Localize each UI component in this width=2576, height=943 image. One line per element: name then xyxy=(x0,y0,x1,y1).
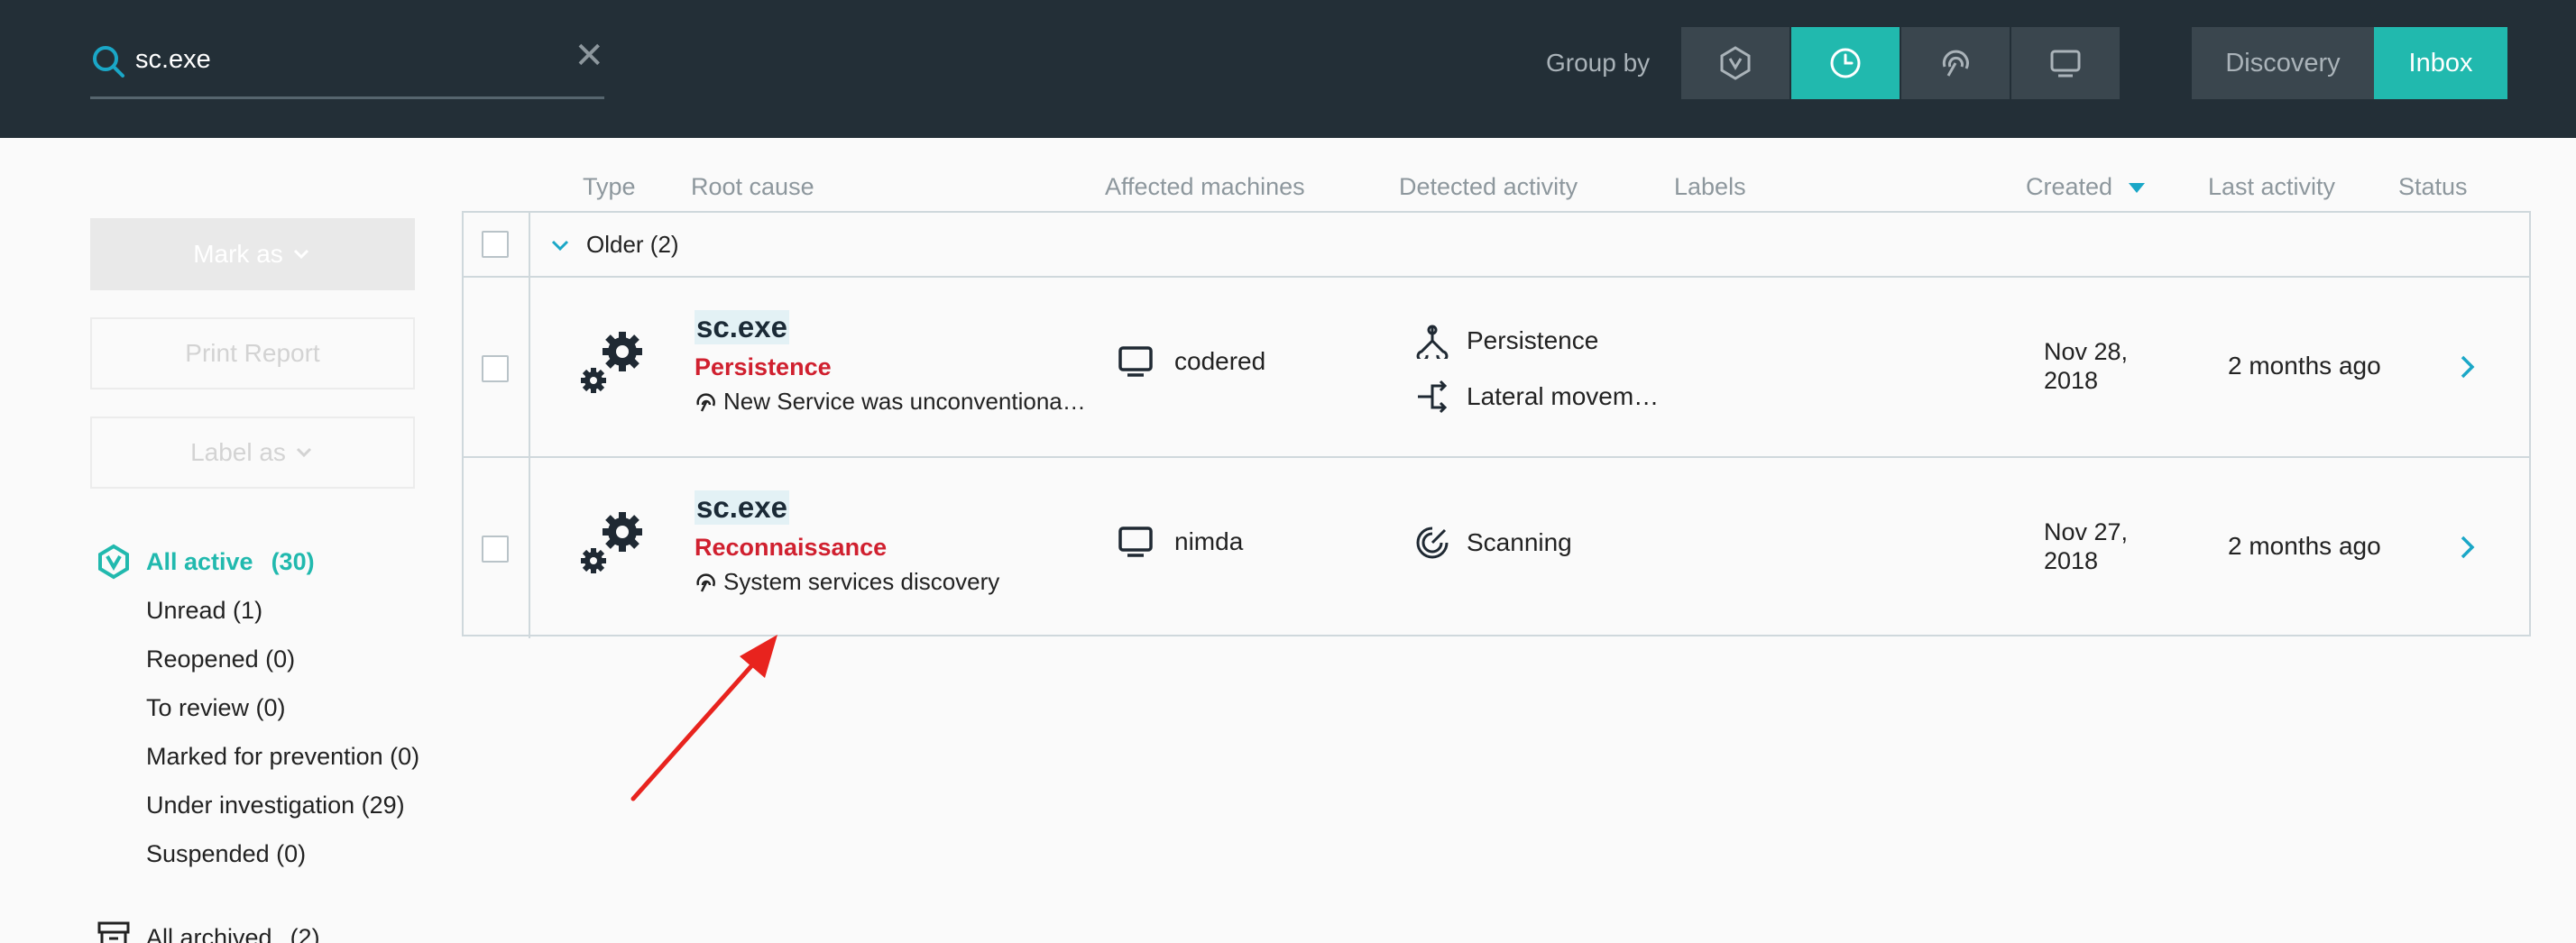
clear-search-icon[interactable]: ✕ xyxy=(574,38,604,74)
row-checkbox[interactable] xyxy=(482,355,509,382)
column-affected-machines[interactable]: Affected machines xyxy=(1105,173,1305,201)
root-cause-description: System services discovery xyxy=(695,568,999,596)
filter-unread[interactable]: Unread (1) xyxy=(146,597,262,625)
group-by-time-button[interactable] xyxy=(1791,27,1900,99)
clock-icon xyxy=(1830,48,1861,78)
select-group-checkbox[interactable] xyxy=(482,231,509,258)
fingerprint-icon xyxy=(696,392,715,412)
filter-reopened[interactable]: Reopened (0) xyxy=(146,645,295,673)
activity-item: Scanning xyxy=(1414,525,1572,561)
group-row: Older (2) xyxy=(464,213,2529,278)
group-by-machine-button[interactable] xyxy=(2011,27,2120,99)
chevron-down-icon xyxy=(296,447,311,458)
monitor-icon xyxy=(1118,526,1153,557)
machine-name: nimda xyxy=(1174,527,1244,555)
root-cause: Reconnaissance xyxy=(695,534,888,561)
label-as-label: Label as xyxy=(190,438,286,466)
group-by-root-cause-button[interactable] xyxy=(1901,27,2010,99)
group-by-label: Group by xyxy=(1546,49,1651,77)
filter-all-active-label: All active xyxy=(146,547,253,575)
annotation-arrow-icon xyxy=(630,635,777,801)
scanning-icon xyxy=(1416,526,1449,559)
activity-item: Persistence xyxy=(1414,323,1598,359)
filter-under-investigation[interactable]: Under investigation (29) xyxy=(146,792,405,819)
incident-name[interactable]: sc.exe xyxy=(695,310,789,344)
print-report-button[interactable]: Print Report xyxy=(90,317,415,389)
last-activity: 2 months ago xyxy=(2228,532,2381,560)
filter-all-archived-label: All archived xyxy=(146,923,272,943)
description-text: New Service was unconventiona… xyxy=(723,388,1086,415)
row-checkbox[interactable] xyxy=(482,536,509,563)
root-cause: Persistence xyxy=(695,353,832,380)
affected-machine[interactable]: codered xyxy=(1117,343,1265,380)
last-activity: 2 months ago xyxy=(2228,352,2381,380)
created-date: Nov 28, 2018 xyxy=(2044,338,2129,394)
chevron-down-icon xyxy=(551,240,569,251)
tab-discovery[interactable]: Discovery xyxy=(2192,27,2374,99)
gears-icon xyxy=(581,332,642,393)
fingerprint-icon xyxy=(696,572,715,592)
search-box[interactable]: sc.exe ✕ xyxy=(90,36,604,99)
filter-marked-for-prevention[interactable]: Marked for prevention (0) xyxy=(146,743,419,771)
chevron-down-icon xyxy=(293,249,308,260)
anchor-hook-icon xyxy=(1416,325,1449,359)
monitor-icon xyxy=(1118,346,1153,377)
affected-machine[interactable]: nimda xyxy=(1117,523,1243,561)
gears-icon xyxy=(581,512,642,573)
group-by-severity-button[interactable] xyxy=(1681,27,1789,99)
activity-label: Scanning xyxy=(1467,528,1572,556)
filter-suspended[interactable]: Suspended (0) xyxy=(146,840,306,868)
column-status[interactable]: Status xyxy=(2398,173,2468,201)
column-created[interactable]: Created xyxy=(2026,173,2146,201)
monitor-icon xyxy=(2050,50,2081,78)
sort-descending-icon xyxy=(2129,183,2146,194)
group-label: Older (2) xyxy=(586,231,679,258)
search-icon xyxy=(93,46,124,78)
incidents-table: Older (2) sc.exe Persistence New Service… xyxy=(462,211,2531,638)
activity-item: Lateral movem… xyxy=(1414,379,1659,415)
filter-to-review[interactable]: To review (0) xyxy=(146,694,286,722)
tab-inbox[interactable]: Inbox xyxy=(2374,27,2507,99)
mark-as-button[interactable]: Mark as xyxy=(90,218,415,290)
filter-all-archived-count: (2) xyxy=(290,923,320,943)
top-bar: sc.exe ✕ Group by Discovery Inbox xyxy=(0,0,2576,138)
table-row[interactable]: sc.exe Persistence New Service was uncon… xyxy=(464,278,2529,458)
chevron-right-icon[interactable] xyxy=(2455,534,2479,561)
activity-label: Lateral movem… xyxy=(1467,382,1660,410)
hexagon-icon xyxy=(1720,46,1751,80)
column-root-cause[interactable]: Root cause xyxy=(691,173,814,201)
archive-icon xyxy=(97,921,130,943)
description-text: System services discovery xyxy=(723,568,1000,595)
column-last-activity[interactable]: Last activity xyxy=(2208,173,2335,201)
lateral-movement-icon xyxy=(1418,380,1448,414)
chevron-right-icon[interactable] xyxy=(2455,353,2479,380)
created-date: Nov 27, 2018 xyxy=(2044,518,2129,574)
incident-name[interactable]: sc.exe xyxy=(695,490,789,525)
activity-label: Persistence xyxy=(1467,326,1599,354)
column-type[interactable]: Type xyxy=(583,173,636,201)
group-toggle[interactable]: Older (2) xyxy=(550,231,679,259)
table-row[interactable]: sc.exe Reconnaissance System services di… xyxy=(464,460,2529,640)
filter-all-active-count: (30) xyxy=(271,547,315,575)
search-input[interactable]: sc.exe xyxy=(135,45,211,75)
label-as-button[interactable]: Label as xyxy=(90,417,415,489)
mark-as-label: Mark as xyxy=(193,240,283,268)
column-created-label: Created xyxy=(2026,173,2113,200)
fingerprint-icon xyxy=(1942,50,1969,77)
column-labels[interactable]: Labels xyxy=(1674,173,1746,201)
filter-all-archived[interactable]: All archived (2) xyxy=(96,920,320,943)
filter-all-active[interactable]: All active (30) xyxy=(96,544,315,580)
root-cause-description: New Service was unconventiona… xyxy=(695,388,1086,416)
hexagon-icon xyxy=(98,544,129,580)
column-detected-activity[interactable]: Detected activity xyxy=(1399,173,1578,201)
machine-name: codered xyxy=(1174,347,1266,375)
